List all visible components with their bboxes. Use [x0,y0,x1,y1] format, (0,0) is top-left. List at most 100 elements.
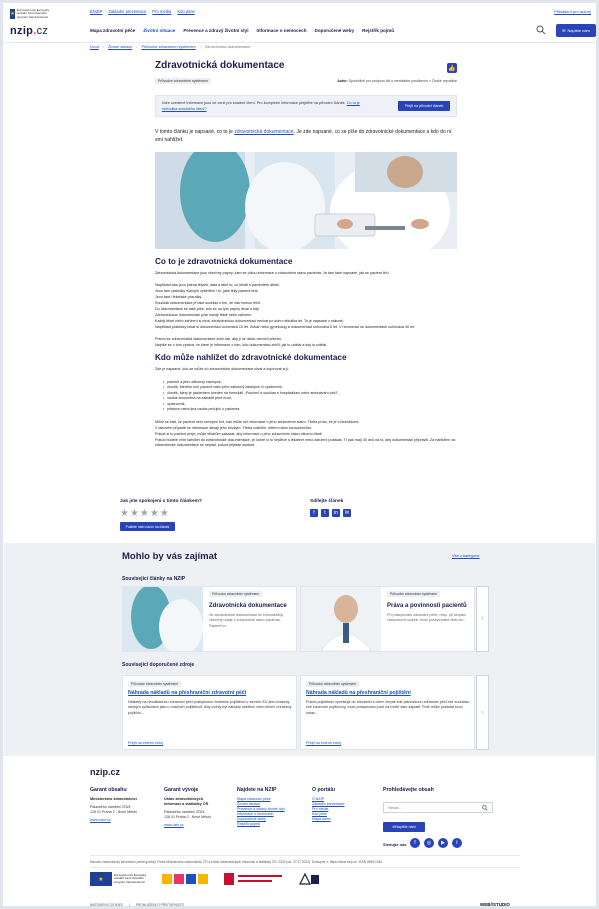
footer-col-search: Prohledávejte obsah [383,787,434,797]
breadcrumb-life-situations[interactable]: Životní situace [108,45,132,49]
breadcrumb-guide[interactable]: Průvodce zdravotním systémem [141,45,195,49]
related-card[interactable]: Průvodce zdravotním systémem Zdravotnick… [122,586,297,652]
author-label: Autor: [337,79,348,83]
paragraph: Jsou tam i lékařské posudky. [155,295,203,299]
footer-contact-button[interactable]: ✉ Napište nám [383,822,425,832]
mail-icon: ✉ [562,28,566,33]
footer-col-dev-guarantor: Garant vývoje Ústav zdravotnických infor… [164,787,232,828]
related-card[interactable]: Průvodce zdravotním systémem Práva a pov… [300,586,475,652]
site-logo[interactable]: nzip.cz [10,25,48,37]
follow-label: Sledujte nás [383,842,407,847]
source-text: Náklady na neodkladnou zdravotní péči po… [128,700,292,715]
footer-col-title: O portálu [312,787,336,793]
cookie-settings-link[interactable]: NASTAVENÍ COOKIES [90,903,123,907]
source-card[interactable]: Průvodce zdravotním systémem Náhrada nák… [122,675,297,750]
easy-read-notice: Níže uvedené informace jsou ve verzi pro… [155,95,457,117]
paragraph: Součástí dokumentace je také souhlas s t… [155,301,261,305]
article-author: Autor: Spolehlivě pro podporu lidí s men… [337,79,457,83]
agency-logo[interactable]: WEB//STUDIO [480,902,510,907]
email-icon[interactable]: ✉ [343,509,351,517]
youtube-icon[interactable]: ▶ [438,838,448,848]
carousel-next-button[interactable]: › [476,586,489,652]
nav-item-map[interactable]: Mapa zdravotní péče [90,28,135,33]
access-list: pacient a jeho zákonný zástupce, člověk,… [163,380,453,412]
partner-logos: ★ Evropská unie Evropský sociální fond O… [90,872,320,886]
card-tag: Průvodce zdravotním systémem [387,591,441,597]
footer-search-input[interactable]: Hledat... [383,802,493,813]
login-link[interactable]: Přihlášení pro autory [554,9,591,14]
twitter-icon[interactable]: t [452,838,462,848]
breadcrumb-home[interactable]: Úvod [90,45,99,49]
footer-bottom-links: NASTAVENÍ COOKIES | PROHLÁŠENÍ O PŘÍSTUP… [90,903,184,907]
card-text: Při poskytování zdravotní péče, resp. př… [387,613,467,623]
paragraph: Zde je napsané, kdo se může do zdravotni… [155,367,290,371]
original-article-button[interactable]: Přejít na původní článek [398,101,450,111]
uzis-logo-icon [299,872,319,885]
nav-item-diseases[interactable]: Informace o nemocech [256,28,306,33]
hero-image [155,152,457,249]
feedback-button[interactable]: Pošlete nám názor na článek [120,522,175,531]
eu-logo: ★ Evropská unie Evropský sociální fond O… [90,872,148,886]
toplink-media[interactable]: Pro média [152,9,171,14]
category-link[interactable]: Vše z kategorie [452,553,480,558]
article-intro: V tomto článku je napsané, co to je zdra… [155,128,457,144]
paragraph: Napíše se o tom zpráva, ve které je info… [155,343,328,347]
paragraph: Zdravotnickou dokumentaci píše každý lék… [155,313,253,317]
search-icon[interactable] [482,805,488,811]
linkedin-icon[interactable]: in [332,509,340,517]
footer-col-title: Garant vývoje [164,787,199,793]
footer-divider [90,855,520,856]
notice-text: Níže uvedené informace jsou ve verzi pro… [162,100,362,112]
contact-button[interactable]: ✉ Napište nám [556,24,596,37]
source-title[interactable]: Náhrada nákladů na přeshraniční pojištěn… [306,690,471,696]
facebook-icon[interactable]: f [410,838,420,848]
contact-button-label: Napište nám [567,28,590,33]
breadcrumb: Úvod / Životní situace / Průvodce zdravotn… [90,45,250,49]
accessibility-statement-link[interactable]: PROHLÁŠENÍ O PŘÍSTUPNOSTI [136,903,184,907]
external-source-link[interactable]: Přejít na externí zdroj [306,741,341,745]
footer-col-title: Garant obsahu [90,787,127,793]
footer-logo[interactable]: nzip.cz [90,767,120,777]
address-line: 128 01 Praha 2 - Nové Město [164,815,211,819]
category-tag[interactable]: Průvodce zdravotním systémem [155,78,211,84]
instagram-icon[interactable]: ◎ [424,838,434,848]
thumbs-up-icon[interactable]: 👍 [447,63,457,73]
paragraph: Pokud si to pacient přeje, může lékařům … [155,432,323,436]
footer-link[interactable]: Mapa webu [312,817,372,822]
source-card[interactable]: Průvodce zdravotním systémem Náhrada nák… [300,675,475,750]
intro-text-1: V tomto článku je napsané, co to je [155,129,233,135]
toplink-enzip[interactable]: ENZIP [90,9,102,14]
footer-link[interactable]: www.mzcr.cz [90,818,160,823]
notice-text-1: Níže uvedené informace jsou ve verzi pro… [162,101,333,105]
author-name: Spolehlivě pro podporu lidí s mentálním … [348,79,457,83]
breadcrumb-separator: / [199,45,201,49]
rating-question: Jak jste spokojeni s tímto článkem? [120,499,202,504]
source-title[interactable]: Náhrada nákladů na přeshraniční zdravotn… [128,690,293,696]
eu-flag-icon: ★ [90,872,112,886]
paragraph: V takovém případě se informace dávají je… [155,426,312,430]
footer-link[interactable]: www.uzis.cz [164,823,232,828]
intro-link[interactable]: zdravotnická dokumentace [234,129,293,135]
nav-item-life-situations[interactable]: Životní situace [143,28,175,33]
nav-item-prevention[interactable]: Prevence a zdravý životní styl [183,28,248,33]
twitter-icon[interactable]: t [321,509,329,517]
related-articles-heading: Související články na NZIP [122,576,186,582]
address-line: 128 01 Praha 2 - Nové Město [90,810,137,814]
footer-col-title: Najdete na NZIP [237,787,277,793]
external-source-link[interactable]: Přejít na externí zdroj [128,741,163,745]
toplink-presentation[interactable]: Zakladní prezentace [108,9,146,14]
footer-link[interactable]: Rejstřík pojmů [237,822,309,827]
org-name: informací a statistiky ČR [164,802,209,806]
nav-item-recommended[interactable]: Doporučené weby [315,28,355,33]
search-icon[interactable] [536,25,546,35]
star-rating[interactable]: ★★★★★ [120,508,280,519]
toplink-about[interactable]: Kdo jsme [177,9,194,14]
facebook-icon[interactable]: f [310,509,318,517]
org-name: Ministerstvo zdravotnictví [90,797,137,801]
breadcrumb-separator: / [102,45,104,49]
paragraph: Potom se zdravotnická dokumentace zničí … [155,337,282,341]
citation-text: Národní zdravotnický informační portál (… [90,860,384,864]
carousel-next-button[interactable]: › [476,675,489,750]
nav-item-glossary[interactable]: Rejstřík pojmů [362,28,394,33]
nrp-logo-icon [162,874,208,884]
